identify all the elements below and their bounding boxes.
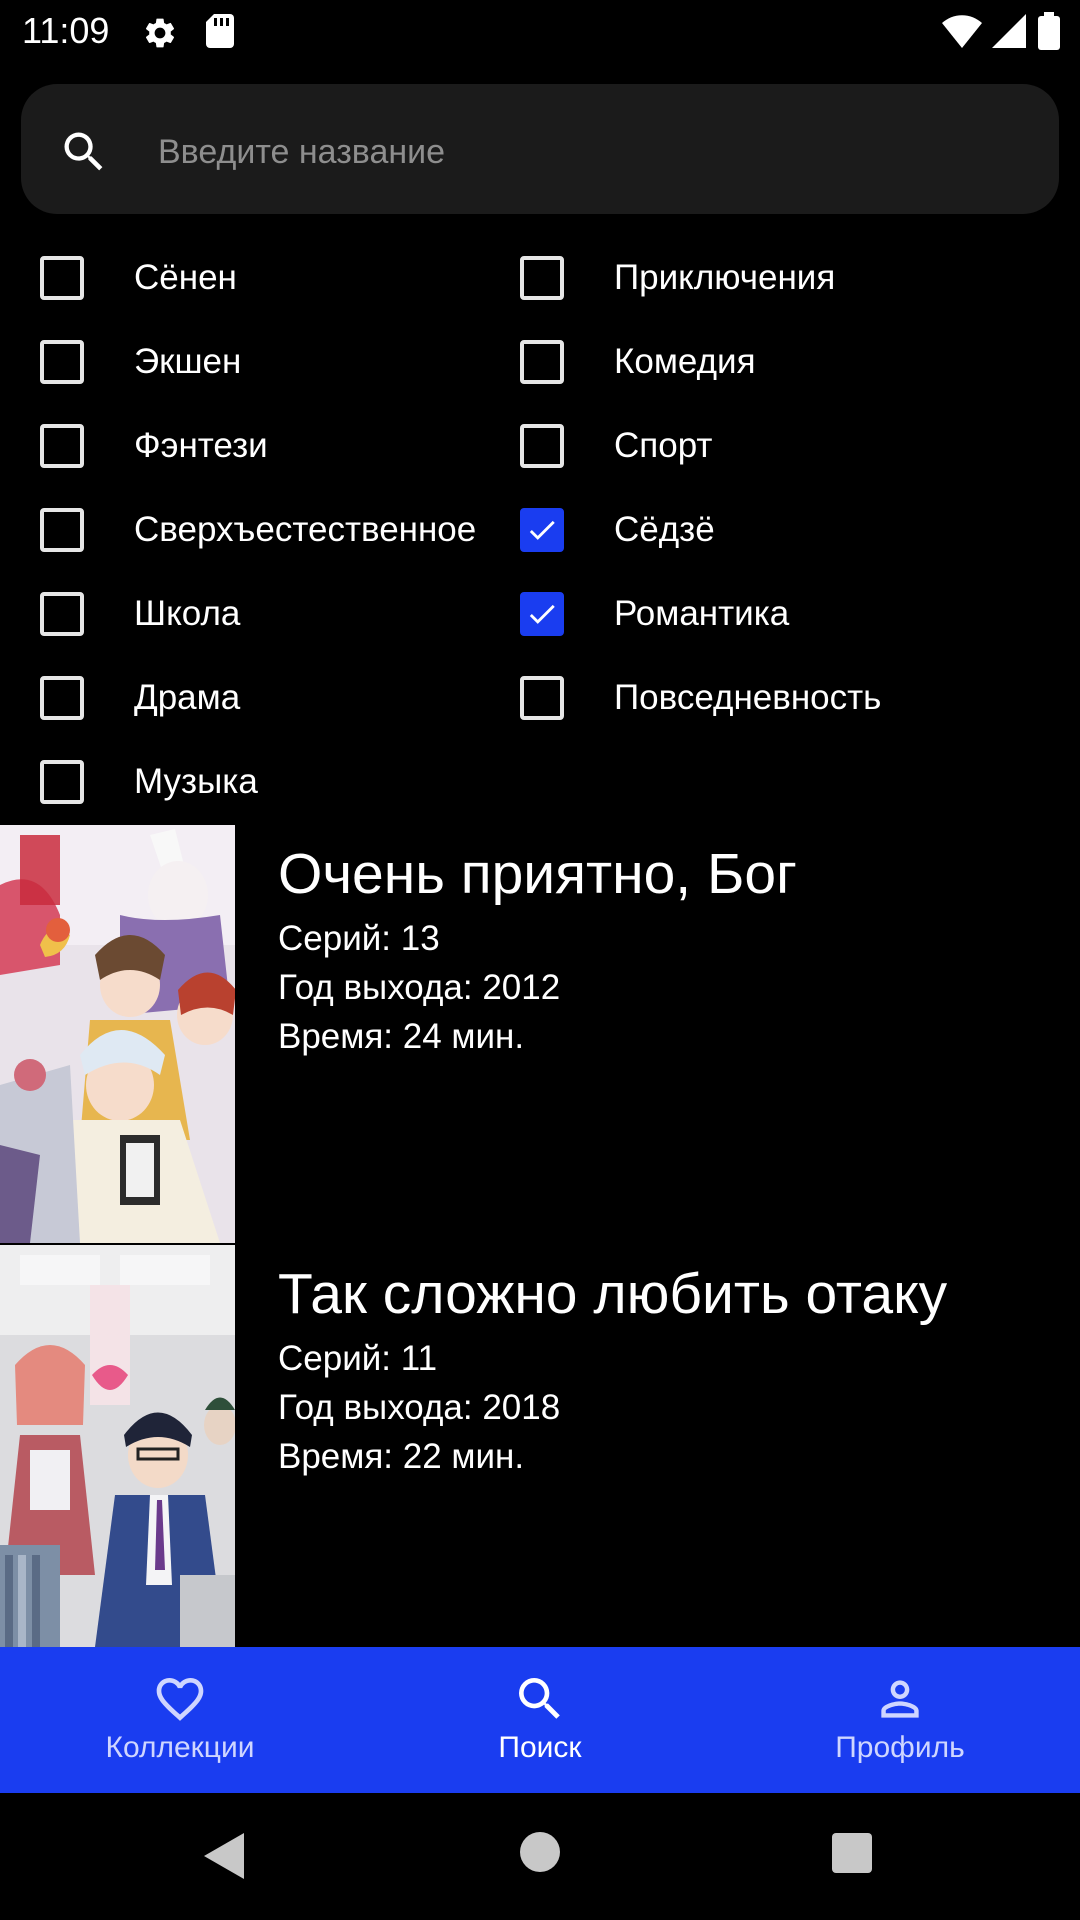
gear-icon: [145, 18, 175, 48]
checkbox[interactable]: [40, 760, 84, 804]
checkbox[interactable]: [40, 592, 84, 636]
genre-checkbox-adventure[interactable]: Приключения: [520, 248, 835, 308]
sd-card-icon: [206, 14, 234, 48]
genre-checkbox-supernatural[interactable]: Сверхъестественное: [40, 500, 476, 560]
battery-icon: [1038, 12, 1060, 50]
genre-checkbox-sport[interactable]: Спорт: [520, 416, 712, 476]
genre-checkbox-action[interactable]: Экшен: [40, 332, 241, 392]
genre-label: Спорт: [614, 426, 713, 465]
anime-episodes: Серий: 13: [278, 919, 440, 958]
anime-year: Год выхода: 2012: [278, 968, 561, 1007]
status-time: 11:09: [22, 10, 110, 51]
genre-checkbox-school[interactable]: Школа: [40, 584, 240, 644]
genre-checkbox-shonen[interactable]: Сёнен: [40, 248, 237, 308]
genre-label: Повседневность: [614, 678, 882, 717]
checkbox[interactable]: [40, 256, 84, 300]
genre-label: Драма: [134, 678, 241, 717]
recents-icon[interactable]: [832, 1833, 872, 1873]
genre-checkbox-drama[interactable]: Драма: [40, 668, 240, 728]
heart-icon: [156, 1678, 204, 1721]
genre-checkbox-comedy[interactable]: Комедия: [520, 332, 756, 392]
genre-label: Экшен: [134, 342, 242, 381]
checkbox[interactable]: [40, 508, 84, 552]
genre-label: Романтика: [614, 594, 790, 633]
genre-label: Комедия: [614, 342, 756, 381]
anime-duration: Время: 24 мин.: [278, 1017, 525, 1056]
person-icon: [881, 1680, 919, 1718]
nav-label: Поиск: [498, 1731, 582, 1764]
checkbox[interactable]: [520, 676, 564, 720]
checkbox[interactable]: [520, 256, 564, 300]
search-icon: [519, 1678, 560, 1719]
system-navigation-bar: [0, 1793, 1080, 1920]
nav-item-profile[interactable]: Профиль: [720, 1647, 1080, 1793]
genre-label: Сверхъестественное: [134, 510, 477, 549]
anime-poster: [0, 1245, 235, 1647]
checkbox[interactable]: [520, 592, 564, 636]
anime-year: Год выхода: 2018: [278, 1388, 561, 1427]
genre-checkbox-shojo[interactable]: Сёдзё: [520, 500, 715, 560]
genre-checkbox-romance[interactable]: Романтика: [520, 584, 789, 644]
nav-item-collections[interactable]: Коллекции: [0, 1647, 360, 1793]
back-icon[interactable]: [204, 1833, 244, 1879]
cell-signal-icon: [992, 14, 1026, 48]
genre-label: Музыка: [134, 762, 258, 801]
search-icon: [64, 132, 103, 171]
genre-label: Фэнтези: [134, 426, 268, 465]
checkbox[interactable]: [40, 676, 84, 720]
anime-poster: [0, 825, 235, 1243]
genre-label: Сёдзё: [614, 510, 715, 549]
nav-label: Коллекции: [105, 1731, 255, 1764]
nav-label: Профиль: [835, 1731, 965, 1764]
anime-episodes: Серий: 11: [278, 1339, 438, 1378]
genre-checkbox-music[interactable]: Музыка: [40, 752, 258, 812]
anime-card[interactable]: Так сложно любить отаку Серий: 11 Год вы…: [0, 1245, 1080, 1647]
status-bar: 11:09: [0, 0, 1080, 62]
checkbox[interactable]: [520, 424, 564, 468]
home-icon[interactable]: [520, 1832, 560, 1872]
checkbox[interactable]: [520, 508, 564, 552]
genre-label: Приключения: [614, 258, 836, 297]
checkbox[interactable]: [40, 340, 84, 384]
bottom-navigation: Коллекции Поиск Профиль: [0, 1647, 1080, 1793]
genre-label: Сёнен: [134, 258, 237, 297]
genre-label: Школа: [134, 594, 241, 633]
anime-title: Очень приятно, Бог: [278, 842, 797, 906]
wifi-icon: [942, 15, 982, 48]
anime-card[interactable]: Очень приятно, Бог Серий: 13 Год выхода:…: [0, 825, 1080, 1243]
genre-checkbox-slice-of-life[interactable]: Повседневность: [520, 668, 881, 728]
checkbox[interactable]: [520, 340, 564, 384]
search-input[interactable]: [158, 130, 1018, 174]
anime-title: Так сложно любить отаку: [278, 1262, 948, 1326]
genre-checkbox-fantasy[interactable]: Фэнтези: [40, 416, 268, 476]
anime-duration: Время: 22 мин.: [278, 1437, 525, 1476]
checkbox[interactable]: [40, 424, 84, 468]
nav-item-search[interactable]: Поиск: [360, 1647, 720, 1793]
check-icon: [529, 520, 555, 540]
check-icon: [529, 604, 555, 624]
